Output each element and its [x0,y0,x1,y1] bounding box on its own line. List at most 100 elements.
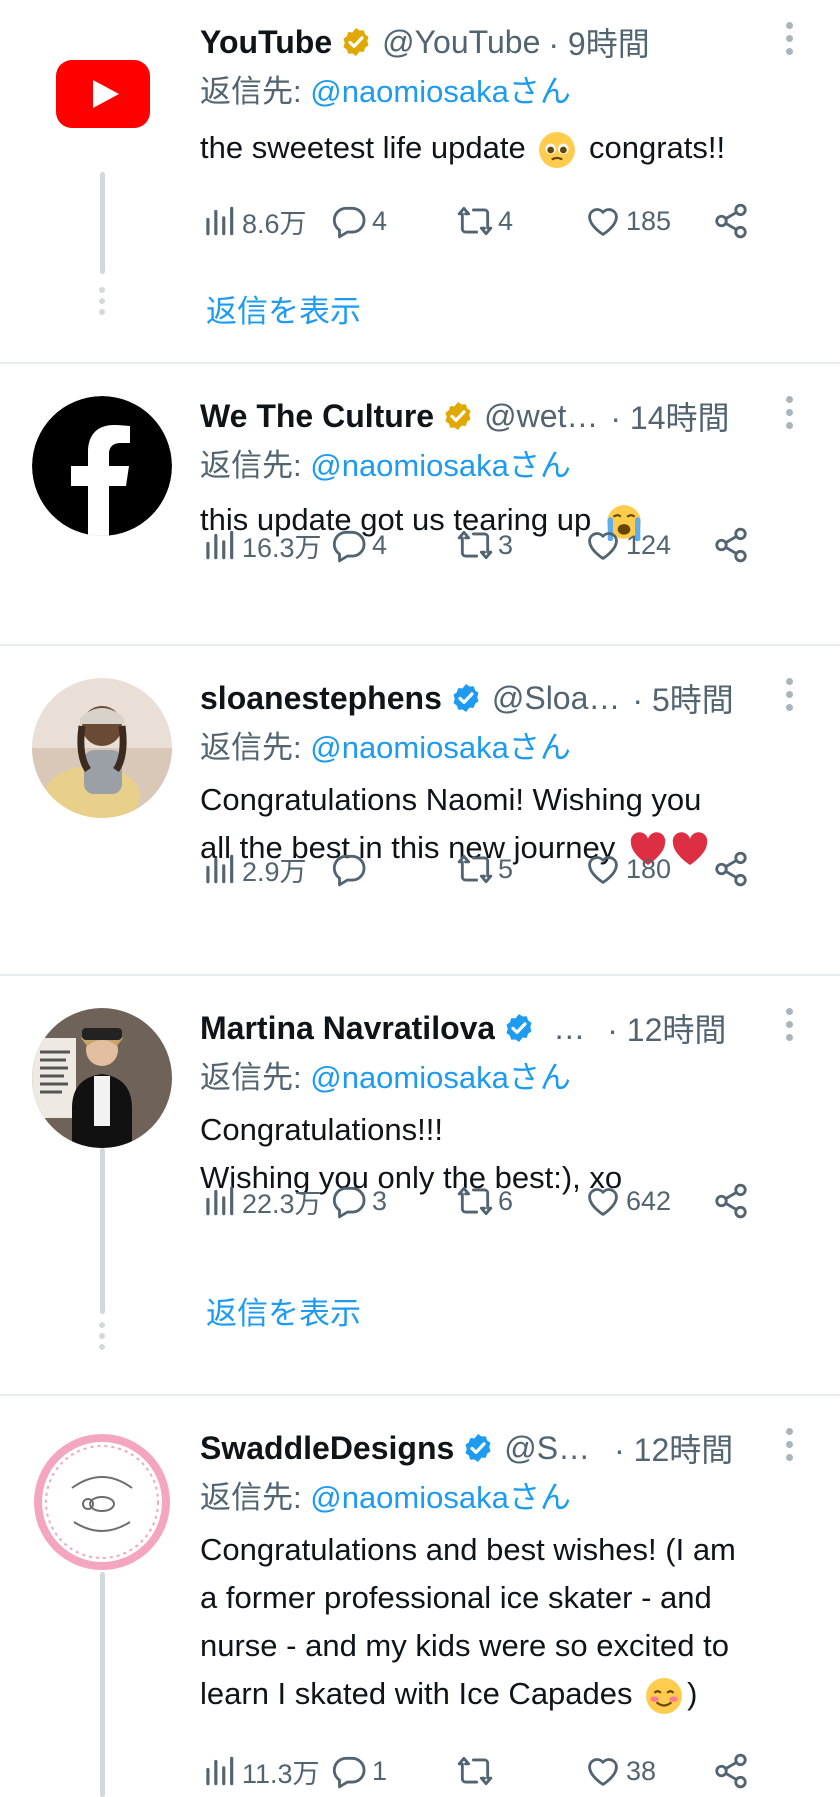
retweet-button[interactable]: 5 [456,844,513,894]
display-name[interactable]: We The Culture [200,398,434,435]
timestamp[interactable]: · 12時間 [614,1425,733,1471]
share-icon [715,527,747,563]
retweet-button[interactable] [456,1746,498,1796]
tweet-text-tail: ) [687,1676,698,1711]
blue-verified-badge-icon [506,1014,532,1042]
heart-icon [588,532,618,560]
tweet-card[interactable]: We The Culture @wet… · 14時間 返信先: @naomio… [0,364,840,646]
heart-icon [588,1758,618,1786]
reply-button[interactable] [330,844,372,894]
views-button[interactable]: 22.3万 [200,1176,322,1226]
tweet-card[interactable]: Martina Navratilova … · 12時間 返信先: @naomi… [0,976,840,1396]
more-options-icon[interactable] [786,22,794,61]
views-button[interactable]: 16.3万 [200,520,322,570]
more-options-icon[interactable] [786,1008,794,1047]
reply-to-mention[interactable]: @naomiosakaさん [310,1480,571,1515]
thread-line [100,1572,105,1797]
sloanestephens-avatar[interactable] [32,678,172,818]
display-name[interactable]: sloanestephens [200,680,442,717]
user-handle[interactable]: @Sloa… [492,680,621,717]
user-handle[interactable]: … [553,1010,585,1047]
reply-to-line: 返信先: @naomiosakaさん [200,1472,571,1517]
reply-to-mention[interactable]: @naomiosakaさん [310,74,571,109]
like-button[interactable]: 180 [584,844,671,894]
views-button[interactable]: 8.6万 [200,196,307,246]
user-handle[interactable]: @wet… [484,398,598,435]
views-button[interactable]: 2.9万 [200,844,307,894]
martina-navratilova-avatar[interactable] [32,1008,172,1148]
reply-to-mention[interactable]: @naomiosakaさん [310,1060,571,1095]
reply-to-mention[interactable]: @naomiosakaさん [310,448,571,483]
views-icon [206,854,234,884]
retweet-button[interactable]: 4 [456,196,513,246]
views-count: 22.3万 [242,1188,322,1219]
more-options-icon[interactable] [786,396,794,435]
timestamp[interactable]: · 14時間 [610,393,729,439]
retweet-button[interactable]: 6 [456,1176,513,1226]
retweet-count: 4 [498,205,514,236]
share-button[interactable] [712,844,754,894]
reply-to-line: 返信先: @naomiosakaさん [200,1052,571,1097]
tweet-text-tail: congrats!! [588,130,726,165]
smiling-face-emoji-icon [646,1677,683,1714]
tweet-header: Martina Navratilova … · 12時間 [200,1006,770,1050]
share-button[interactable] [712,196,754,246]
user-handle[interactable]: @YouTube [382,24,540,61]
retweet-count: 3 [498,529,514,560]
display-name[interactable]: YouTube [200,24,332,61]
tweet-text-content: the sweetest life update [200,130,526,165]
reply-to-line: 返信先: @naomiosakaさん [200,66,571,111]
share-button[interactable] [712,1176,754,1226]
display-name[interactable]: SwaddleDesigns [200,1430,454,1467]
reply-prefix: 返信先: [200,730,311,765]
display-name[interactable]: Martina Navratilova [200,1010,495,1047]
youtube-logo-avatar[interactable] [56,60,150,128]
retweet-count: 5 [498,853,514,884]
retweet-button[interactable]: 3 [456,520,513,570]
share-button[interactable] [712,520,754,570]
action-bar: 2.9万 5 180 [200,844,760,894]
like-count: 185 [626,205,672,236]
facebook-logo-avatar[interactable] [32,396,172,536]
thread-dots [97,287,107,320]
tweet-card[interactable]: sloanestephens @Sloa… · 5時間 返信先: @naomio… [0,646,840,976]
like-button[interactable]: 38 [584,1746,656,1796]
reply-button[interactable]: 3 [330,1176,387,1226]
views-count: 16.3万 [242,532,322,563]
more-options-icon[interactable] [786,678,794,717]
thread-dots [97,1322,107,1355]
reply-to-line: 返信先: @naomiosakaさん [200,722,571,767]
share-button[interactable] [712,1746,754,1796]
gold-verified-badge-icon [343,28,369,56]
reply-to-mention[interactable]: @naomiosakaさん [310,730,571,765]
like-button[interactable]: 185 [584,196,671,246]
show-replies-link[interactable]: 返信を表示 [206,1288,361,1333]
user-handle[interactable]: @S… [504,1430,590,1467]
share-icon [715,203,747,239]
reply-prefix: 返信先: [200,448,311,483]
like-button[interactable]: 642 [584,1176,671,1226]
reply-button[interactable]: 4 [330,520,387,570]
action-bar: 22.3万 3 6 642 [200,1176,760,1226]
views-button[interactable]: 11.3万 [200,1746,320,1796]
retweet-icon [457,530,493,560]
timestamp[interactable]: · 9時間 [548,19,649,65]
like-button[interactable]: 124 [584,520,671,570]
retweet-icon [457,1756,493,1786]
timestamp[interactable]: · 5時間 [632,675,733,721]
reply-button[interactable]: 1 [330,1746,387,1796]
like-count: 124 [626,529,672,560]
show-replies-link[interactable]: 返信を表示 [206,286,361,331]
reply-button[interactable]: 4 [330,196,387,246]
tweet-card[interactable]: SwaddleDesigns @S… · 12時間 返信先: @naomiosa… [0,1396,840,1797]
timestamp[interactable]: · 12時間 [607,1005,726,1051]
tweet-card[interactable]: YouTube @YouTube · 9時間 返信先: @naomiosakaさ… [0,0,840,364]
more-options-icon[interactable] [786,1428,794,1467]
swaddledesigns-avatar[interactable] [32,1432,172,1572]
gold-verified-badge-icon [445,402,471,430]
thread-line [100,1148,105,1314]
like-count: 38 [626,1755,657,1786]
reply-prefix: 返信先: [200,1480,311,1515]
retweet-icon [457,854,493,884]
share-icon [715,1753,747,1789]
